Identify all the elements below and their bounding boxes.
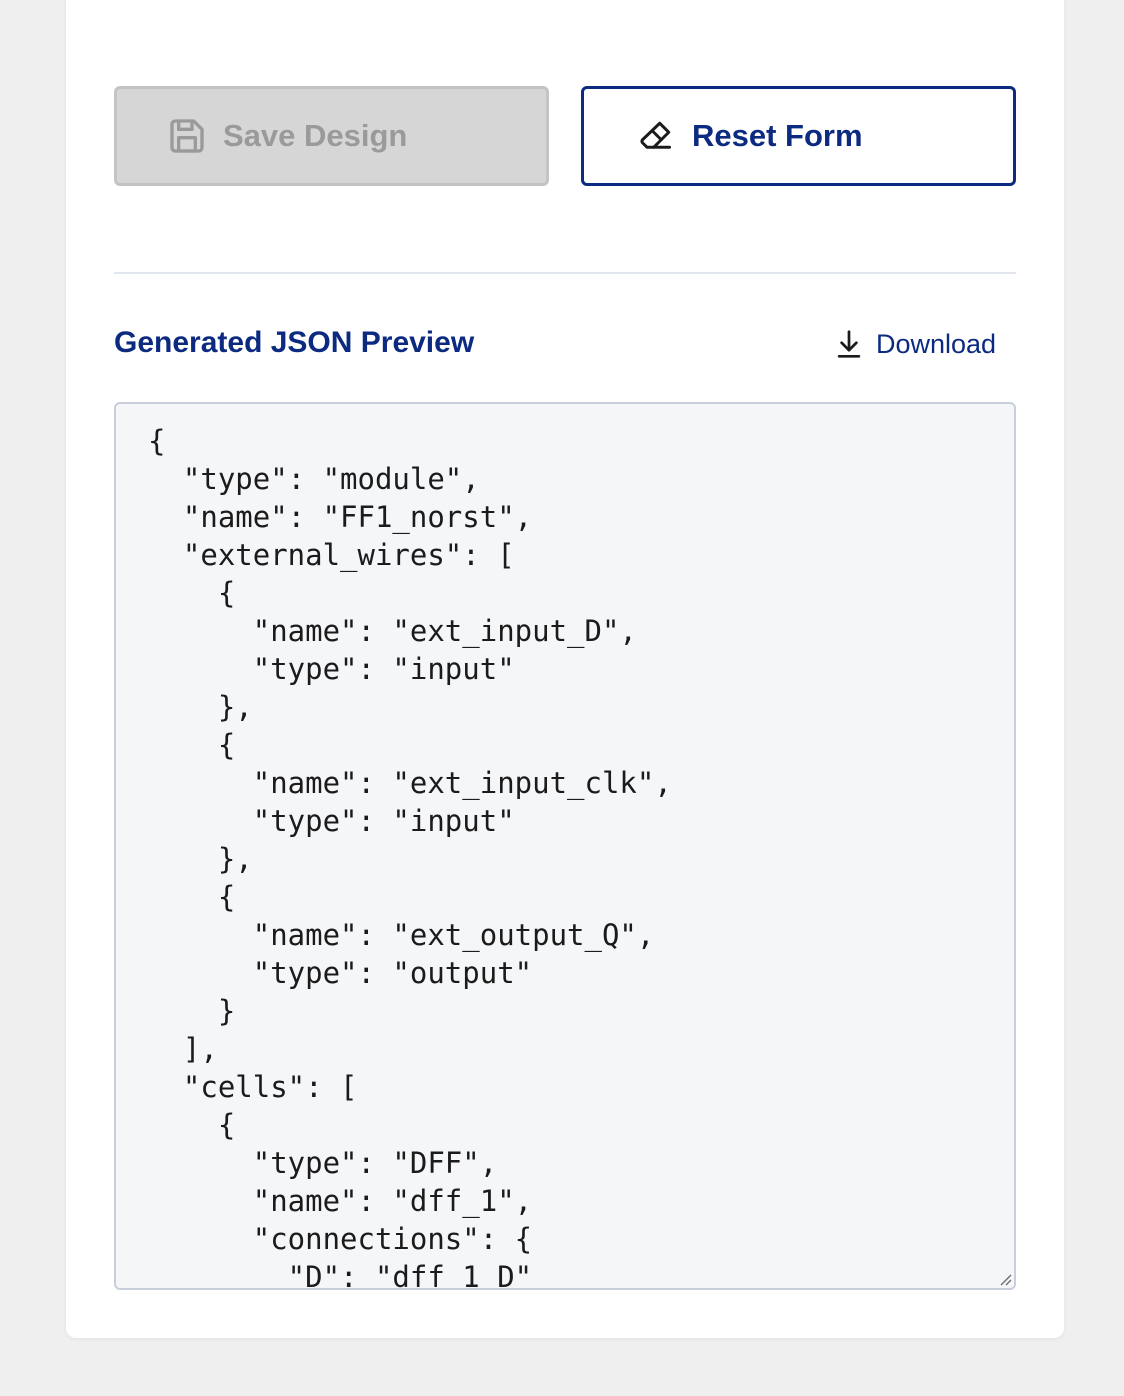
section-divider <box>114 272 1016 274</box>
json-preview-box <box>114 402 1016 1290</box>
download-label: Download <box>876 328 997 359</box>
download-icon <box>834 328 864 360</box>
reset-form-label: Reset Form <box>692 118 863 153</box>
json-preview-textarea[interactable] <box>116 404 1014 1288</box>
save-design-label: Save Design <box>223 118 408 153</box>
json-preview-title: Generated JSON Preview <box>114 326 475 359</box>
floppy-disk-icon <box>167 116 207 156</box>
resize-handle-icon[interactable] <box>996 1270 1012 1286</box>
reset-form-button[interactable]: Reset Form <box>581 86 1016 186</box>
form-card: Save Design Reset Form Generated JSON Pr… <box>66 0 1064 1338</box>
eraser-icon <box>636 116 676 156</box>
download-link[interactable]: Download <box>834 328 996 360</box>
save-design-button[interactable]: Save Design <box>114 86 549 186</box>
